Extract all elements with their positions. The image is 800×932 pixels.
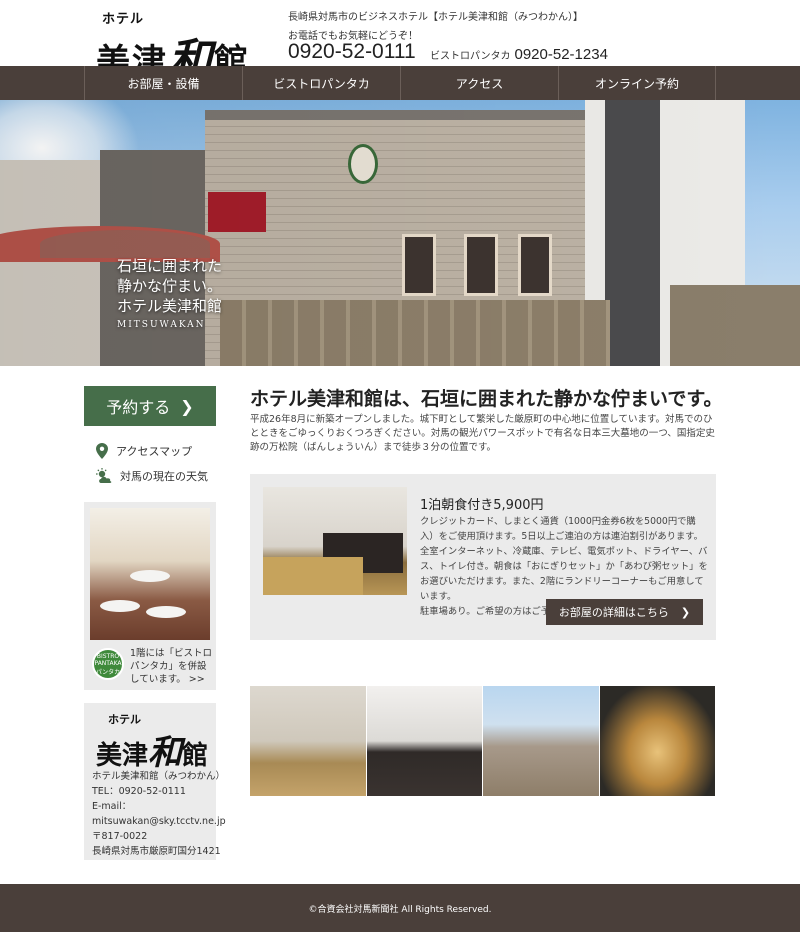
room-details-button[interactable]: お部屋の詳細はこちら ❯ <box>546 599 703 625</box>
bistro-phone-number: 0920-52-1234 <box>514 46 608 63</box>
nav-item-online-reservation[interactable]: オンライン予約 <box>558 66 716 100</box>
weather-icon <box>96 468 112 483</box>
nav-item-access[interactable]: アクセス <box>400 66 558 100</box>
copyright: ©合資会社対馬新聞社 All Rights Reserved. <box>308 904 492 915</box>
nav-item-rooms[interactable]: お部屋・設備 <box>84 66 242 100</box>
hero-copy-en: MITSUWAKAN <box>117 320 206 330</box>
access-map-link[interactable]: アクセスマップ <box>96 443 192 459</box>
room-photo <box>263 487 407 595</box>
bistro-photo <box>90 508 210 640</box>
address-street: 長崎県対馬市厳原町国分1421 <box>92 846 221 857</box>
room-details-label: お部屋の詳細はこちら <box>558 606 669 619</box>
reserve-label: 予約する <box>106 398 171 417</box>
hero-copy-line: ホテル美津和館 <box>117 297 223 315</box>
gallery-photo-exterior[interactable] <box>483 686 600 796</box>
chevron-right-icon: ❯ <box>680 605 691 619</box>
global-nav: お部屋・設備 ビストロパンタカ アクセス オンライン予約 <box>0 66 800 100</box>
address-email-label: E-mail： <box>92 801 132 812</box>
bistro-phone-label: ビストロパンタカ <box>430 51 511 62</box>
reserve-button[interactable]: 予約する ❯ <box>84 386 216 426</box>
room-bed <box>263 557 363 595</box>
bistro-promo[interactable]: BISTRO PANTAKA パンタカ 1階には「ビストロ パンタカ」を併設して… <box>84 502 216 690</box>
bistro-logo-badge: BISTRO PANTAKA パンタカ <box>92 648 124 680</box>
hotel-address-box: ホテル 美津和館 ホテル美津和館（みつわかん） TEL：0920-52-0111… <box>84 703 226 860</box>
bistro-table <box>100 600 140 612</box>
hero-copy-line: 石垣に囲まれた <box>117 257 223 275</box>
chevron-right-icon: ❯ <box>180 396 194 416</box>
hotel-logo[interactable]: ホテル 美津和館 <box>96 6 256 86</box>
gallery-photo-meal[interactable] <box>599 686 716 796</box>
intro-text: 平成26年8月に新築オープンしました。城下町として繁栄した厳原町の中心地に位置し… <box>250 414 715 453</box>
page-title: ホテル美津和館は、石垣に囲まれた静かな佇まいです。 <box>250 388 723 410</box>
address-logo-main: 美津和館 <box>96 733 209 773</box>
gallery-photo-desk[interactable] <box>366 686 483 796</box>
hotel-phone[interactable]: 0920-52-0111 <box>288 40 416 64</box>
bistro-more-link[interactable]: >> <box>189 674 205 685</box>
room-plan-card: 1泊朝食付き5,900円 クレジットカード、しまとく通貨（1000円金券6枚を5… <box>250 474 716 640</box>
nav-item-bistro[interactable]: ビストロパンタカ <box>242 66 400 100</box>
address-email[interactable]: mitsuwakan@sky.tcctv.ne.jp <box>92 814 226 829</box>
access-map-label: アクセスマップ <box>116 445 193 458</box>
weather-label: 対馬の現在の天気 <box>120 470 208 483</box>
hero-image: 石垣に囲まれた 静かな佇まい。 ホテル美津和館 MITSUWAKAN <box>0 100 800 366</box>
map-pin-icon <box>96 443 108 459</box>
site-header: ホテル 美津和館 長崎県対馬市のビジネスホテル【ホテル美津和館（みつわかん）】 … <box>0 0 800 86</box>
header-tagline: 長崎県対馬市のビジネスホテル【ホテル美津和館（みつわかん）】 <box>288 12 583 23</box>
bistro-description: 1階には「ビストロ パンタカ」を併設しています。 >> <box>130 648 213 685</box>
address-tel[interactable]: TEL：0920-52-0111 <box>92 784 226 799</box>
address-lines: ホテル美津和館（みつわかん） TEL：0920-52-0111 E-mail： … <box>92 769 226 859</box>
header-contact: 長崎県対馬市のビジネスホテル【ホテル美津和館（みつわかん）】 お電話でもお気軽に… <box>288 8 608 63</box>
bistro-phone[interactable]: ビストロパンタカ 0920-52-1234 <box>430 46 608 63</box>
plan-title: 1泊朝食付き5,900円 <box>420 498 544 513</box>
address-zip: 〒817-0022 <box>92 831 148 842</box>
photo-gallery <box>250 686 716 796</box>
gallery-photo-bedroom[interactable] <box>250 686 367 796</box>
hero-copy-line: 静かな佇まい。 <box>117 277 223 295</box>
site-footer: ©合資会社対馬新聞社 All Rights Reserved. <box>0 884 800 932</box>
hero-copy: 石垣に囲まれた 静かな佇まい。 ホテル美津和館 MITSUWAKAN <box>117 256 222 330</box>
address-logo: ホテル 美津和館 <box>94 711 214 773</box>
weather-link[interactable]: 対馬の現在の天気 <box>96 468 208 484</box>
address-hotel-name: ホテル美津和館（みつわかん） <box>92 771 226 782</box>
bistro-table <box>130 570 170 582</box>
bistro-table <box>146 606 186 618</box>
